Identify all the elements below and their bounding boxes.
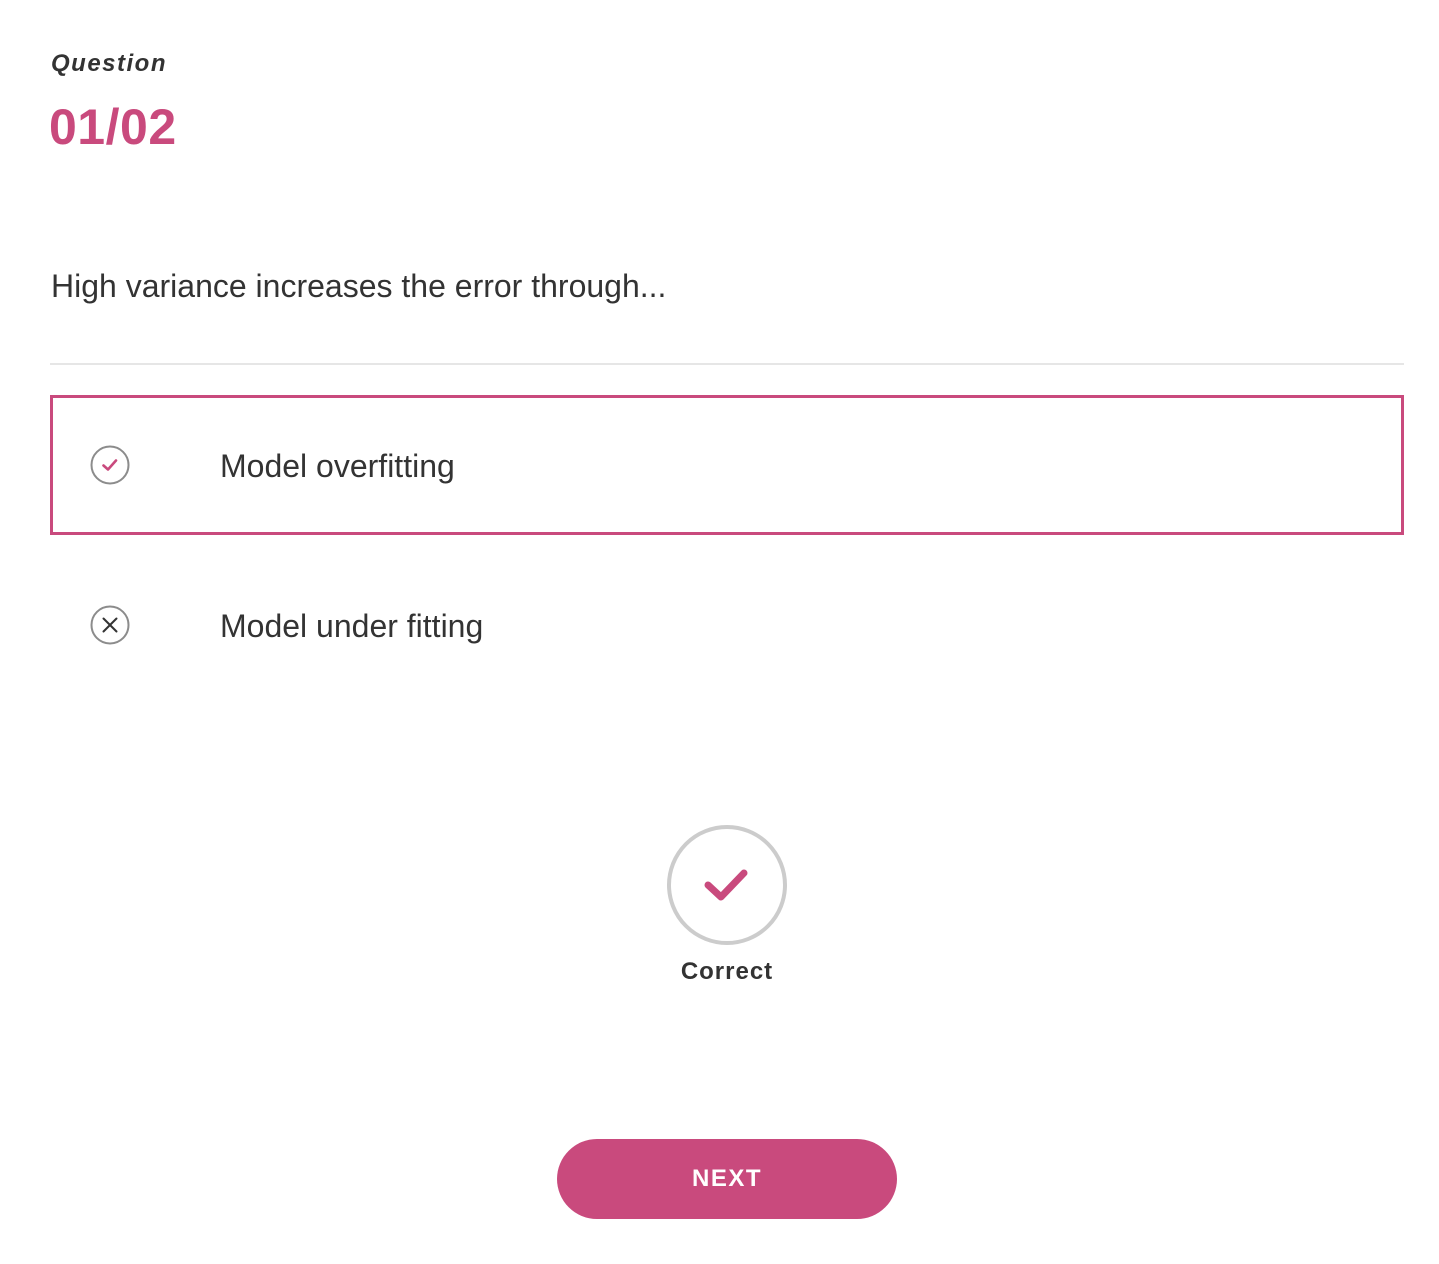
question-counter: 01/02 bbox=[49, 99, 177, 155]
answer-option-overfitting[interactable]: Model overfitting bbox=[50, 395, 1404, 535]
result-check-circle-icon bbox=[666, 824, 788, 946]
option-label: Model under fitting bbox=[220, 608, 484, 644]
option-label: Model overfitting bbox=[220, 448, 455, 484]
result-label: Correct bbox=[680, 958, 774, 985]
question-label: Question bbox=[51, 50, 168, 77]
check-circle-icon bbox=[90, 445, 130, 485]
question-text: High variance increases the error throug… bbox=[51, 268, 667, 304]
divider bbox=[50, 363, 1404, 365]
answer-option-underfitting[interactable]: Model under fitting bbox=[50, 555, 1404, 695]
next-button[interactable]: NEXT bbox=[557, 1139, 897, 1219]
x-circle-icon bbox=[90, 605, 130, 645]
